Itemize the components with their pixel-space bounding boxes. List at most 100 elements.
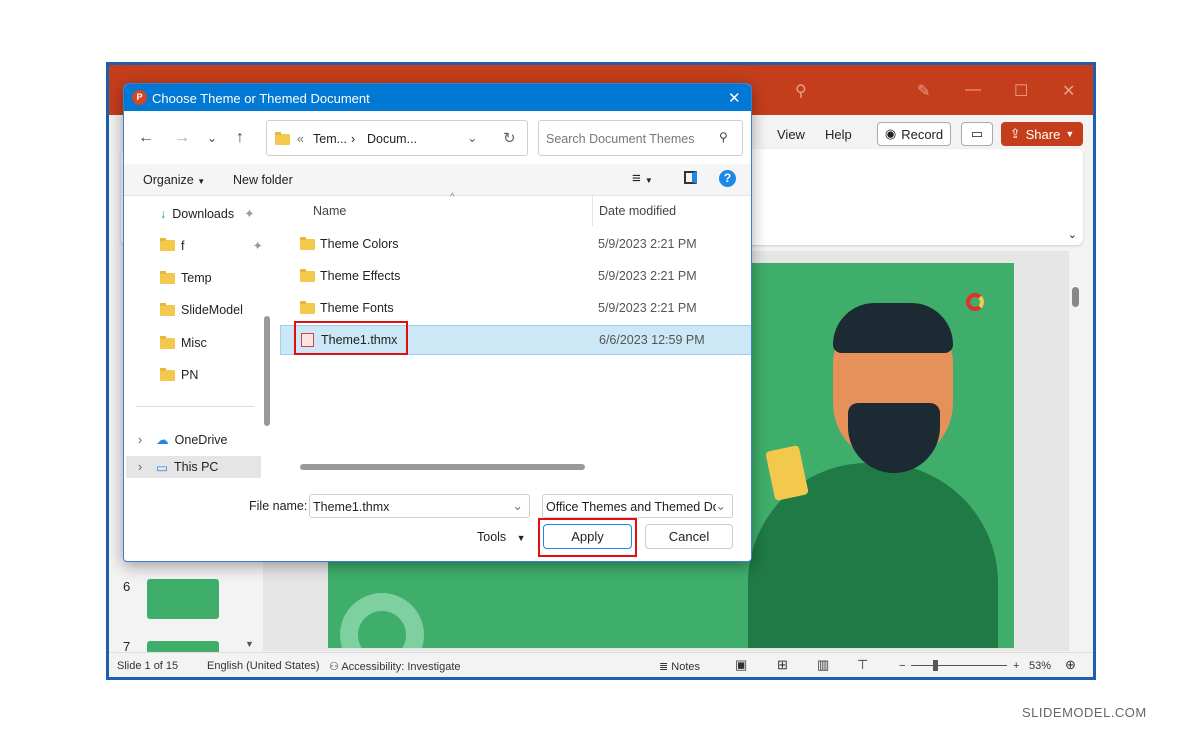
nav-item-f[interactable]: f ✦: [160, 238, 263, 253]
slide-sorter-icon[interactable]: ⊞: [777, 657, 788, 673]
folder-icon: [300, 268, 315, 282]
minimize-icon[interactable]: —: [965, 81, 981, 99]
chevron-down-icon: ▼: [1065, 129, 1075, 139]
file-name-label: File name:: [249, 499, 308, 513]
share-button[interactable]: ⇪ Share ▼: [1001, 122, 1083, 146]
tools-button[interactable]: Tools ▼: [477, 530, 526, 544]
file-row[interactable]: Theme Effects 5/9/2023 2:21 PM: [280, 261, 751, 291]
pin-icon: ✦: [252, 239, 263, 253]
highlight-box: [538, 518, 637, 557]
slide-number: 6: [123, 579, 131, 594]
folder-icon: [160, 302, 175, 316]
slide-thumbnail-6[interactable]: [147, 579, 219, 619]
help-icon[interactable]: ?: [719, 170, 736, 187]
slideshow-icon[interactable]: ⊤: [857, 657, 868, 673]
nav-item-downloads[interactable]: ↓ Downloads ✦: [160, 206, 255, 222]
tab-help[interactable]: Help: [825, 127, 852, 142]
ribbon-expand-icon[interactable]: ⌄: [1068, 228, 1077, 241]
address-bar[interactable]: « Tem... › Docum... ⌄ ↻: [266, 120, 528, 156]
up-icon[interactable]: ↑: [236, 129, 244, 147]
notes-icon: ≣: [659, 661, 672, 673]
comment-icon: ▭: [970, 126, 984, 141]
nav-item-temp[interactable]: Temp: [160, 270, 212, 285]
cancel-button[interactable]: Cancel: [645, 524, 733, 549]
nav-item-this-pc[interactable]: › ▭ This PC: [126, 456, 261, 478]
command-bar: Organize ▼ New folder ≡ ▼ ?: [124, 164, 751, 196]
folder-icon: [300, 236, 315, 250]
refresh-icon[interactable]: ↻: [503, 129, 516, 147]
file-type-select[interactable]: Office Themes and Themed Doc ⌄: [542, 494, 733, 518]
language-status[interactable]: English (United States): [207, 660, 320, 672]
accessibility-icon: ⚇: [329, 661, 342, 673]
view-options-icon[interactable]: ≡ ▼: [632, 170, 653, 187]
column-header-date[interactable]: Date modified: [599, 204, 676, 218]
back-icon[interactable]: ←: [138, 129, 154, 147]
preview-pane-icon[interactable]: [684, 171, 697, 184]
chevron-down-icon[interactable]: ⌄: [467, 130, 477, 145]
reading-view-icon[interactable]: ▥: [817, 657, 829, 673]
powerpoint-logo-icon: P: [132, 90, 147, 105]
breadcrumb-item[interactable]: Tem...: [313, 132, 347, 146]
close-icon[interactable]: ✕: [728, 89, 741, 107]
nav-scrollbar[interactable]: [264, 316, 270, 426]
navigation-pane: ↓ Downloads ✦ f ✦ Temp SlideModel Misc PN ›…: [124, 196, 270, 478]
zoom-out-icon[interactable]: −: [899, 660, 905, 672]
dialog-title: Choose Theme or Themed Document: [152, 91, 370, 106]
choose-theme-dialog: P Choose Theme or Themed Document ✕ ← → …: [123, 83, 752, 562]
column-header-name[interactable]: Name: [313, 204, 346, 218]
zoom-in-icon[interactable]: +: [1013, 660, 1019, 672]
nav-item-slidemodel[interactable]: SlideModel: [160, 302, 243, 317]
folder-icon: [160, 335, 175, 349]
file-name-input[interactable]: Theme1.thmx ⌄: [309, 494, 530, 518]
maximize-icon[interactable]: ☐: [1014, 81, 1028, 101]
watermark: SLIDEMODEL.COM: [1022, 705, 1147, 720]
file-row[interactable]: Theme Fonts 5/9/2023 2:21 PM: [280, 293, 751, 323]
folder-icon: [160, 367, 175, 381]
folder-icon: [160, 238, 175, 251]
vertical-scrollbar[interactable]: [1069, 251, 1083, 651]
horizontal-scrollbar[interactable]: [300, 464, 585, 470]
pin-icon: ✦: [244, 207, 255, 221]
status-bar: Slide 1 of 15 English (United States) ⚇ …: [109, 652, 1093, 677]
file-list: ^ Name Date modified Theme Colors 5/9/202…: [280, 192, 751, 470]
forward-icon[interactable]: →: [174, 129, 190, 147]
record-button[interactable]: ◉ Record: [877, 122, 951, 146]
slide-counter: Slide 1 of 15: [117, 660, 179, 672]
man-illustration-hair: [833, 303, 953, 353]
new-folder-button[interactable]: New folder: [233, 173, 293, 187]
close-icon[interactable]: ✕: [1062, 81, 1075, 101]
chevron-down-icon: ⌄: [715, 499, 726, 513]
normal-view-icon[interactable]: ▣: [735, 657, 747, 673]
ring-decoration: [340, 593, 424, 648]
dialog-title-bar: P Choose Theme or Themed Document ✕: [124, 84, 751, 111]
zoom-level[interactable]: 53%: [1029, 660, 1051, 672]
nav-item-pn[interactable]: PN: [160, 367, 198, 382]
nav-item-onedrive[interactable]: › ☁ OneDrive: [138, 432, 227, 448]
search-icon[interactable]: ⚲: [795, 81, 807, 101]
folder-icon: [275, 132, 290, 145]
notes-button[interactable]: ≣ Notes: [659, 660, 700, 673]
organize-button[interactable]: Organize ▼: [143, 173, 205, 187]
computer-icon: ▭: [156, 460, 168, 475]
sort-ascending-icon: ^: [450, 192, 455, 203]
recent-locations-icon[interactable]: ⌄: [207, 131, 217, 145]
nav-item-misc[interactable]: Misc: [160, 335, 207, 350]
accessibility-status[interactable]: ⚇ Accessibility: Investigate: [329, 660, 461, 673]
scroll-down-icon[interactable]: ▼: [245, 639, 254, 649]
designer-icon[interactable]: ✎: [917, 81, 930, 101]
credit-card-illustration: [765, 445, 809, 501]
folder-icon: [160, 270, 175, 284]
share-icon: ⇪: [1009, 126, 1021, 141]
chevron-down-icon: ⌄: [512, 499, 523, 513]
tab-view[interactable]: View: [777, 127, 805, 142]
search-input[interactable]: Search Document Themes ⚲: [538, 120, 743, 156]
file-row[interactable]: Theme Colors 5/9/2023 2:21 PM: [280, 229, 751, 259]
folder-icon: [300, 300, 315, 314]
breadcrumb-item[interactable]: Docum...: [367, 132, 417, 146]
highlight-box: [294, 321, 408, 355]
fit-slide-icon[interactable]: ⊕: [1065, 657, 1076, 673]
search-icon: ⚲: [719, 130, 728, 144]
zoom-slider[interactable]: [911, 660, 1007, 671]
cloud-icon: ☁: [156, 433, 169, 447]
comments-button[interactable]: ▭: [961, 122, 993, 146]
